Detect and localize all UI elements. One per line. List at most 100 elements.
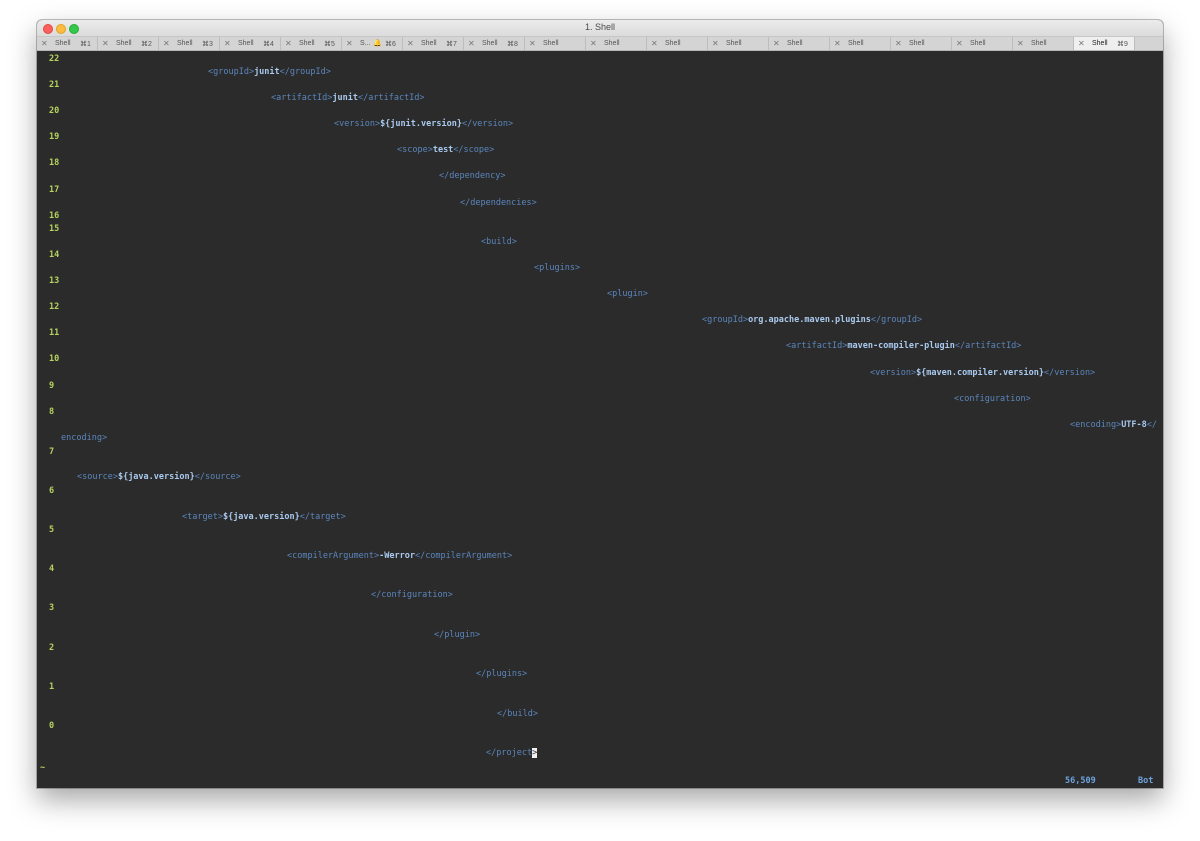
shell-tab[interactable]: ✕ Shell ⌘7	[403, 37, 464, 50]
close-tab-icon[interactable]: ✕	[224, 39, 231, 48]
shell-tab[interactable]: ✕ Shell ⌘8	[464, 37, 525, 50]
shell-tab[interactable]: ✕ Shell	[952, 37, 1013, 50]
code-tag: <plugins>	[534, 263, 581, 273]
shell-tab[interactable]: ✕ Shell ⌘4	[220, 37, 281, 50]
tab-bar: ✕ Shell ⌘1 ✕ Shell ⌘2 ✕ Shell ⌘3 ✕ Shell ⌘4 ✕ Shell ⌘5…	[37, 37, 1163, 51]
code-tag: <scope>	[397, 145, 433, 155]
line-number: 13	[49, 276, 60, 286]
close-tab-icon[interactable]: ✕	[590, 39, 597, 48]
code-tag: </version>	[461, 119, 514, 129]
code-line: encoding>	[61, 433, 107, 443]
close-tab-icon[interactable]: ✕	[1078, 39, 1085, 48]
code-tag: </artifactId>	[954, 341, 1022, 351]
close-tab-icon[interactable]: ✕	[834, 39, 841, 48]
shell-tab[interactable]: ✕ Shell ⌘5	[281, 37, 342, 50]
code-tag: </compilerArgument>	[414, 551, 513, 561]
code-tag: </dependency>	[439, 171, 506, 181]
code-value: junit	[332, 93, 359, 103]
close-tab-icon[interactable]: ✕	[468, 39, 475, 48]
vim-editor[interactable]: ~ 56,509 Bot 22 21 20 19 18 17 16 15 14 13 12 11 10 9…	[37, 51, 1163, 788]
code-tag: </groupId>	[870, 315, 923, 325]
line-number: 16	[49, 211, 60, 221]
shell-tab[interactable]: ✕ Shell	[1013, 37, 1074, 50]
shell-tab[interactable]: ✕ Shell ⌘3	[159, 37, 220, 50]
close-tab-icon[interactable]: ✕	[773, 39, 780, 48]
close-tab-icon[interactable]: ✕	[1017, 39, 1024, 48]
code-tag: </scope>	[453, 145, 495, 155]
close-tab-icon[interactable]: ✕	[41, 39, 48, 48]
shell-tab[interactable]: ✕ Shell	[708, 37, 769, 50]
close-tab-icon[interactable]: ✕	[407, 39, 414, 48]
code-tag: <target>	[182, 512, 223, 522]
shell-tab[interactable]: ✕ Shell	[647, 37, 708, 50]
code-value: ${java.version}	[117, 472, 195, 482]
code-tag: </artifactId>	[358, 93, 425, 103]
line-number: 5	[49, 525, 55, 535]
line-number: 17	[49, 185, 60, 195]
close-tab-icon[interactable]: ✕	[346, 39, 353, 48]
shell-tab[interactable]: ✕ Shell	[525, 37, 586, 50]
code-line: <source>${java.version}</source>	[77, 472, 241, 482]
line-number: 18	[49, 158, 60, 168]
line-number: 19	[49, 132, 60, 142]
code-line: <target>${java.version}</target>	[182, 512, 346, 522]
tab-label: Shell	[1031, 40, 1047, 47]
tab-label: S...	[360, 40, 371, 47]
code-tag: </version>	[1044, 368, 1096, 378]
tab-label: Shell	[55, 40, 71, 47]
code-line: </configuration>	[371, 590, 453, 600]
shell-tab[interactable]: ✕ S... 🔔 ⌘6	[342, 37, 403, 50]
line-number: 21	[49, 80, 60, 90]
tab-label: Shell	[482, 40, 498, 47]
line-number: 6	[49, 486, 55, 496]
tab-shortcut: ⌘6	[385, 41, 396, 48]
code-tag: <artifactId>	[786, 341, 848, 351]
shell-tab[interactable]: ✕ Shell ⌘2	[98, 37, 159, 50]
close-tab-icon[interactable]: ✕	[529, 39, 536, 48]
close-tab-icon[interactable]: ✕	[712, 39, 719, 48]
code-value: ${maven.compiler.version}	[916, 368, 1044, 378]
code-line: <version>${maven.compiler.version}</vers…	[870, 368, 1095, 378]
close-tab-icon[interactable]: ✕	[285, 39, 292, 48]
close-tab-icon[interactable]: ✕	[956, 39, 963, 48]
close-tab-icon[interactable]: ✕	[163, 39, 170, 48]
text-cursor: >	[532, 748, 538, 758]
close-tab-icon[interactable]: ✕	[102, 39, 109, 48]
code-tag: </build>	[497, 709, 538, 719]
line-number: 9	[49, 381, 55, 391]
shell-tab[interactable]: ✕ Shell	[586, 37, 647, 50]
shell-tab[interactable]: ✕ Shell	[769, 37, 830, 50]
code-tag: <groupId>	[208, 67, 255, 77]
empty-line-tilde: ~	[40, 763, 46, 773]
title-bar[interactable]: 1. Shell	[37, 20, 1163, 37]
code-line: <encoding>UTF-8</	[1070, 420, 1157, 430]
code-tag: </groupId>	[279, 67, 331, 77]
shell-tab[interactable]: ✕ Shell ⌘9	[1074, 37, 1135, 50]
code-line: </build>	[497, 709, 538, 719]
tab-label: Shell	[421, 40, 437, 47]
close-tab-icon[interactable]: ✕	[895, 39, 902, 48]
code-tag: encoding>	[61, 433, 108, 443]
code-line: <plugin>	[607, 289, 648, 299]
line-number: 20	[49, 106, 60, 116]
code-tag: <artifactId>	[271, 93, 333, 103]
shell-tab[interactable]: ✕ Shell	[830, 37, 891, 50]
shell-tab[interactable]: ✕ Shell ⌘1	[37, 37, 98, 50]
line-number: 11	[49, 328, 60, 338]
code-tag: <build>	[481, 237, 517, 247]
code-value: org.apache.maven.plugins	[748, 315, 871, 325]
code-line: <scope>test</scope>	[397, 145, 494, 155]
tab-shortcut: ⌘5	[324, 41, 335, 48]
code-tag: <configuration>	[954, 394, 1031, 404]
code-line: <compilerArgument>-Werror</compilerArgum…	[287, 551, 512, 561]
shell-tab[interactable]: ✕ Shell	[891, 37, 952, 50]
tab-label: Shell	[665, 40, 681, 47]
code-tag: <version>	[334, 119, 381, 129]
line-number: 10	[49, 354, 60, 364]
code-line: <version>${junit.version}</version>	[334, 119, 513, 129]
tab-shortcut: ⌘4	[263, 41, 274, 48]
code-tag: <plugin>	[607, 289, 648, 299]
code-line: </project>	[486, 748, 537, 758]
close-tab-icon[interactable]: ✕	[651, 39, 658, 48]
tab-label: Shell	[116, 40, 132, 47]
